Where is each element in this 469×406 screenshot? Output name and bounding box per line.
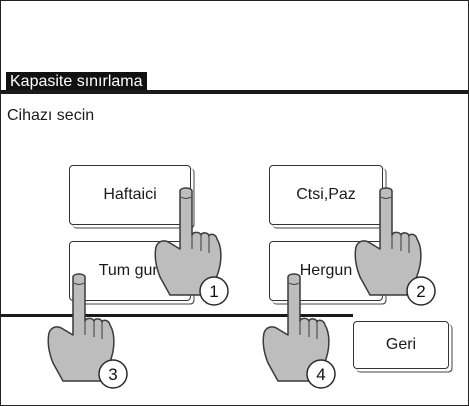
everyday-button-label: Hergun	[299, 262, 353, 279]
callout-badge-2: 2	[406, 276, 436, 306]
all-day-button-label: Tum gun	[98, 262, 162, 279]
callout-badge-3: 3	[98, 359, 128, 389]
svg-text:4: 4	[316, 365, 325, 384]
weekend-button-label: Ctsi,Paz	[296, 186, 356, 203]
weekend-button[interactable]: Ctsi,Paz	[269, 165, 383, 225]
back-button-label: Geri	[385, 336, 417, 353]
instruction-text: Cihazı secin	[7, 107, 95, 124]
svg-text:1: 1	[209, 282, 218, 301]
everyday-button[interactable]: Hergun	[269, 241, 383, 301]
touch-screen-panel: Kapasite sınırlama Cihazı secin Haftaici…	[0, 0, 469, 406]
svg-text:2: 2	[416, 282, 425, 301]
header-divider	[1, 90, 468, 94]
callout-badge-1: 1	[199, 276, 229, 306]
footer-divider	[1, 314, 353, 317]
screen-title: Kapasite sınırlama	[6, 72, 147, 91]
weekdays-button-label: Haftaici	[103, 186, 157, 203]
weekdays-button[interactable]: Haftaici	[69, 165, 191, 225]
callout-badge-4: 4	[306, 359, 336, 389]
all-day-button[interactable]: Tum gun	[69, 241, 191, 301]
svg-text:3: 3	[108, 365, 117, 384]
back-button[interactable]: Geri	[353, 321, 449, 369]
